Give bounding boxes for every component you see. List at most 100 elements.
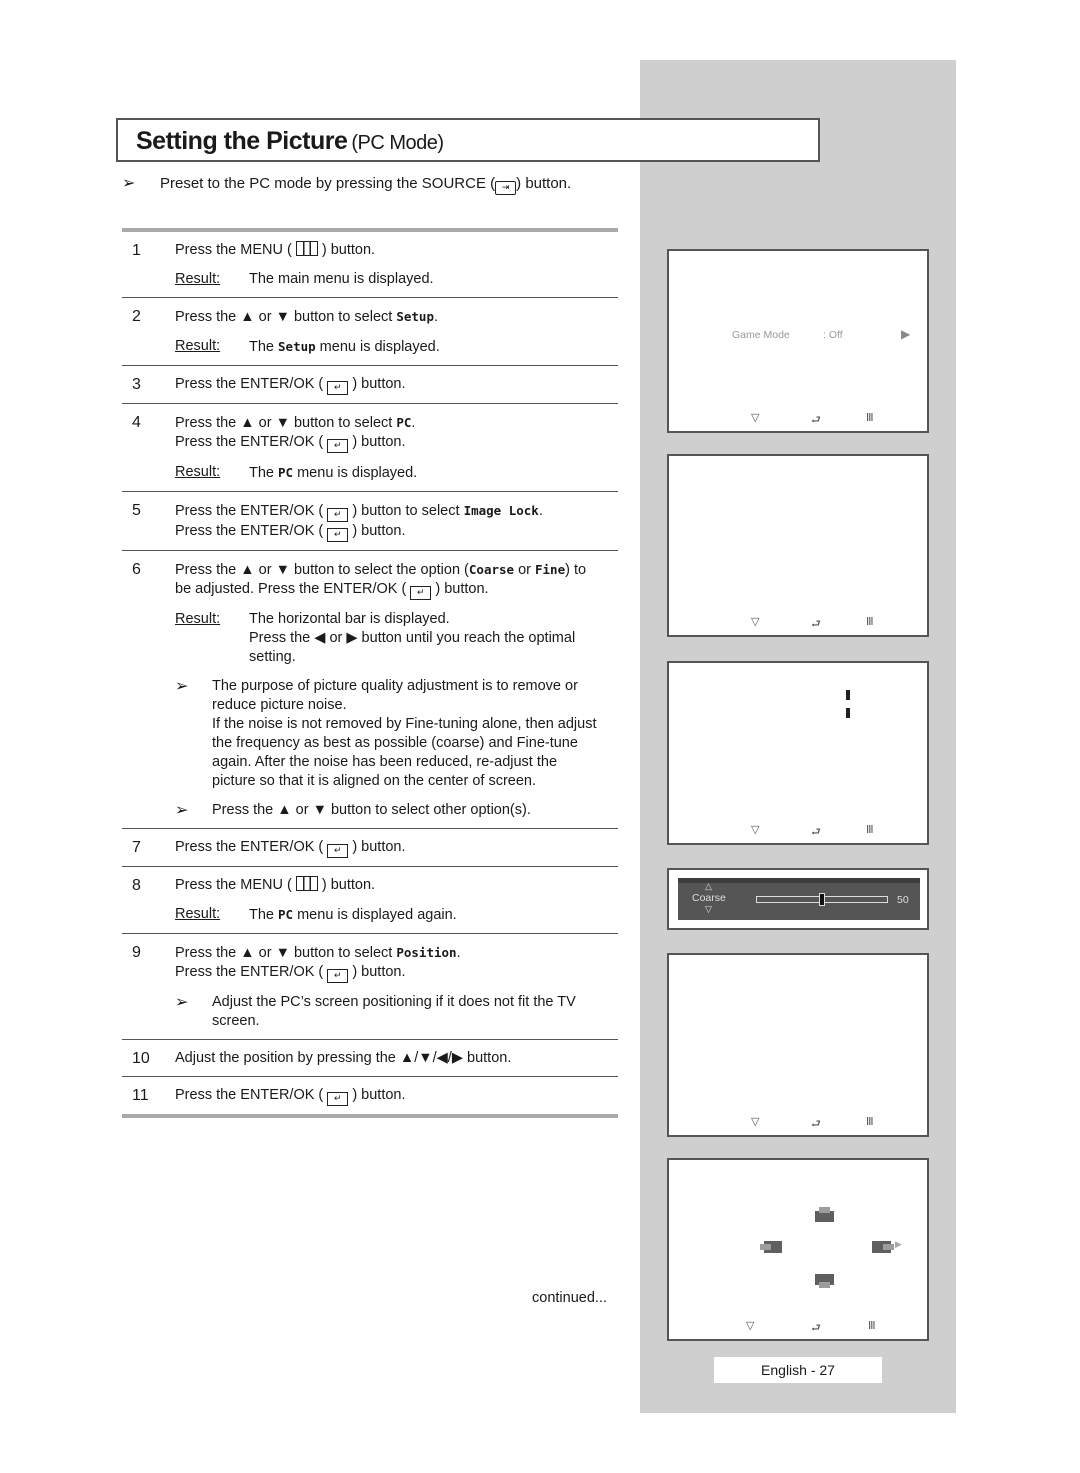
position-down-icon — [815, 1274, 834, 1288]
step-note: ➢ Press the ▲ or ▼ button to select other… — [175, 801, 618, 820]
game-mode-value: : Off — [823, 329, 843, 341]
note-text: the frequency as best as possible (coars… — [212, 735, 578, 751]
step-body: Press the MENU ( ) button. Result: The PC … — [175, 876, 618, 925]
step-body: Press the ▲ or ▼ button to select Positi… — [175, 943, 618, 1031]
menu-item-name: PC — [396, 415, 412, 430]
enter-button-icon: ↵ — [327, 381, 349, 395]
result-label: Result: — [175, 271, 221, 287]
step-number: 1 — [132, 242, 141, 259]
step-instruction: Press the ENTER/OK ( ↵ ) button. — [175, 838, 618, 858]
result-text: The PC menu is displayed. — [249, 465, 418, 481]
enter-button-icon: ↵ — [327, 508, 349, 522]
page-title: Setting the Picture (PC Mode) — [136, 127, 444, 156]
note-text: again. After the noise has been reduced,… — [212, 754, 558, 770]
screen-setup-menu: Game Mode : Off ▶ ▽ ⮐ Ⅲ — [667, 249, 929, 433]
step-instruction: Press the MENU ( ) button. — [175, 876, 376, 893]
note-arrow-icon: ➢ — [122, 175, 136, 192]
step-instruction: Press the ▲ or ▼ button to select Positi… — [175, 945, 461, 961]
enter-button-icon: ↵ — [327, 1092, 349, 1106]
step-8: 8 Press the MENU ( ) button. Result: The PC… — [122, 867, 618, 934]
move-icon: ▽ — [751, 1116, 760, 1128]
coarse-label: Coarse — [692, 892, 726, 904]
step-result: Result: The PC menu is displayed again. — [175, 905, 618, 925]
menu-item-name: PC — [278, 907, 294, 922]
step-instruction: Press the ENTER/OK ( ↵ ) button. — [175, 522, 618, 542]
enter-button-icon: ↵ — [327, 528, 349, 542]
screen-bottom-bar: ▽ ⮐ Ⅲ — [669, 823, 927, 838]
menu-item-name: Image Lock — [463, 503, 539, 518]
position-left-icon — [760, 1241, 782, 1253]
menu-item-name: PC — [278, 465, 294, 480]
step-7: 7 Press the ENTER/OK ( ↵ ) button. — [122, 829, 618, 867]
step-result: Result: The Setup menu is displayed. — [175, 337, 618, 357]
step-body: Press the ENTER/OK ( ↵ ) button. — [175, 838, 618, 858]
note-text: screen. — [212, 1013, 260, 1029]
step-body: Press the ENTER/OK ( ↵ ) button to selec… — [175, 501, 618, 542]
step-3: 3 Press the ENTER/OK ( ↵ ) button. — [122, 366, 618, 404]
step-instruction: Press the ▲ or ▼ button to select the op… — [175, 562, 587, 578]
right-arrow-icon: ▶ — [901, 327, 911, 341]
step-body: Press the ENTER/OK ( ↵ ) button. — [175, 375, 618, 395]
menu-icon: Ⅲ — [866, 1116, 874, 1128]
step-4: 4 Press the ▲ or ▼ button to select PC. Pr… — [122, 404, 618, 492]
result-text: Press the ◀ or ▶ button until you reach … — [249, 630, 576, 646]
note-text: The purpose of picture quality adjustmen… — [212, 678, 578, 694]
menu-item-name: Setup — [278, 339, 316, 354]
preset-text-before: Preset to the PC mode by pressing the SO… — [160, 175, 496, 192]
down-arrow-icon: ▽ — [705, 904, 712, 914]
screen-bottom-bar: ▽ ⮐ Ⅲ — [669, 411, 927, 426]
step-instruction: Press the ENTER/OK ( ↵ ) button. — [175, 1086, 618, 1106]
result-label: Result: — [175, 906, 221, 922]
up-arrow-icon: △ — [705, 881, 712, 891]
note-arrow-icon: ➢ — [175, 678, 189, 695]
step-body: Press the ▲ or ▼ button to select PC. Pre… — [175, 413, 618, 483]
enter-button-icon: ↵ — [327, 439, 349, 453]
menu-icon: Ⅲ — [868, 1320, 876, 1332]
step-number: 8 — [132, 877, 141, 894]
coarse-value: 50 — [897, 894, 909, 906]
note-arrow-icon: ➢ — [175, 802, 189, 819]
result-label: Result: — [175, 464, 221, 480]
coarse-bar: △ Coarse ▽ 50 — [678, 878, 920, 920]
menu-item-name: Fine — [535, 562, 566, 577]
screen-position: ▶ ▽ ⮐ Ⅲ — [667, 1158, 929, 1341]
result-text: The horizontal bar is displayed. — [249, 611, 450, 627]
step-number: 9 — [132, 944, 141, 961]
step-instruction: Press the ENTER/OK ( ↵ ) button. — [175, 963, 618, 983]
enter-button-icon: ↵ — [327, 969, 349, 983]
position-right-icon: ▶ — [872, 1239, 902, 1253]
title-box: Setting the Picture (PC Mode) — [116, 118, 820, 162]
step-number: 6 — [132, 561, 141, 578]
result-text: The PC menu is displayed again. — [249, 907, 457, 923]
step-note: ➢ Adjust the PC’s screen positioning if i… — [175, 993, 618, 1031]
step-number: 10 — [132, 1050, 150, 1067]
menu-icon: Ⅲ — [866, 616, 874, 628]
note-arrow-icon: ➢ — [175, 994, 189, 1011]
result-label: Result: — [175, 611, 221, 627]
page-number: English - 27 — [714, 1357, 882, 1383]
position-up-icon — [815, 1207, 834, 1222]
step-instruction: Press the ENTER/OK ( ↵ ) button. — [175, 433, 618, 453]
step-number: 4 — [132, 414, 141, 431]
screen-bottom-bar: ▽ ⮐ Ⅲ — [669, 1115, 927, 1130]
step-number: 3 — [132, 376, 141, 393]
note-text: reduce picture noise. — [212, 697, 347, 713]
screen-image-lock: ▽ ⮐ Ⅲ — [667, 661, 929, 845]
menu-item-name: Position — [396, 945, 457, 960]
source-icon: ⇥ — [495, 181, 517, 195]
fine-marker — [846, 708, 850, 718]
move-icon: ▽ — [751, 616, 760, 628]
enter-icon: ⮐ — [811, 826, 821, 838]
coarse-slider[interactable] — [756, 893, 888, 906]
enter-icon: ⮐ — [811, 1322, 821, 1334]
note-text: picture so that it is aligned on the cen… — [212, 773, 537, 789]
coarse-adjust-panel: △ Coarse ▽ 50 — [667, 868, 929, 930]
screen-pc-menu-again: ▽ ⮐ Ⅲ — [667, 953, 929, 1137]
continued-label: continued... — [532, 1290, 607, 1306]
step-number: 7 — [132, 839, 141, 856]
result-text: The Setup menu is displayed. — [249, 339, 440, 355]
menu-icon: Ⅲ — [866, 412, 874, 424]
menu-item-name: Coarse — [468, 562, 515, 577]
enter-icon: ⮐ — [811, 414, 821, 426]
slider-thumb[interactable] — [819, 893, 825, 906]
